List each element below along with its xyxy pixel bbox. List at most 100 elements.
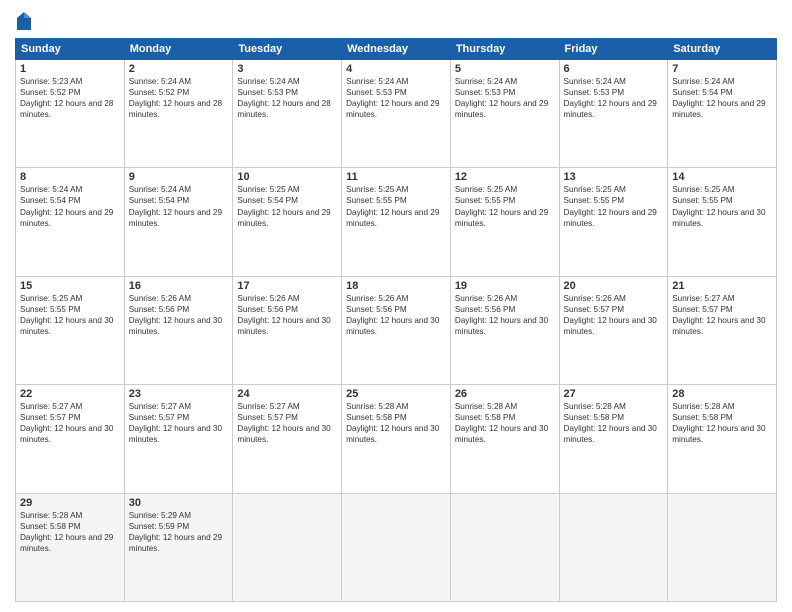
calendar-cell <box>342 493 451 601</box>
day-details: Sunrise: 5:25 AMSunset: 5:55 PMDaylight:… <box>564 184 664 228</box>
calendar-cell: 20Sunrise: 5:26 AMSunset: 5:57 PMDayligh… <box>559 276 668 384</box>
day-details: Sunrise: 5:25 AMSunset: 5:55 PMDaylight:… <box>455 184 555 228</box>
calendar-cell: 15Sunrise: 5:25 AMSunset: 5:55 PMDayligh… <box>16 276 125 384</box>
calendar-cell: 16Sunrise: 5:26 AMSunset: 5:56 PMDayligh… <box>124 276 233 384</box>
calendar-cell: 22Sunrise: 5:27 AMSunset: 5:57 PMDayligh… <box>16 385 125 493</box>
day-number: 2 <box>129 63 229 75</box>
calendar-cell <box>668 493 777 601</box>
day-number: 22 <box>20 388 120 400</box>
calendar-cell: 28Sunrise: 5:28 AMSunset: 5:58 PMDayligh… <box>668 385 777 493</box>
day-details: Sunrise: 5:23 AMSunset: 5:52 PMDaylight:… <box>20 76 120 120</box>
logo-icon <box>15 10 33 32</box>
day-number: 20 <box>564 280 664 292</box>
day-details: Sunrise: 5:28 AMSunset: 5:58 PMDaylight:… <box>672 401 772 445</box>
day-details: Sunrise: 5:27 AMSunset: 5:57 PMDaylight:… <box>672 293 772 337</box>
day-header-sunday: Sunday <box>16 39 125 60</box>
day-number: 10 <box>237 171 337 183</box>
calendar-cell: 19Sunrise: 5:26 AMSunset: 5:56 PMDayligh… <box>450 276 559 384</box>
day-number: 18 <box>346 280 446 292</box>
calendar-cell: 5Sunrise: 5:24 AMSunset: 5:53 PMDaylight… <box>450 60 559 168</box>
calendar-cell: 1Sunrise: 5:23 AMSunset: 5:52 PMDaylight… <box>16 60 125 168</box>
day-number: 1 <box>20 63 120 75</box>
calendar-cell: 24Sunrise: 5:27 AMSunset: 5:57 PMDayligh… <box>233 385 342 493</box>
calendar-cell: 30Sunrise: 5:29 AMSunset: 5:59 PMDayligh… <box>124 493 233 601</box>
day-details: Sunrise: 5:26 AMSunset: 5:56 PMDaylight:… <box>455 293 555 337</box>
day-number: 28 <box>672 388 772 400</box>
day-number: 13 <box>564 171 664 183</box>
day-number: 6 <box>564 63 664 75</box>
calendar-cell: 25Sunrise: 5:28 AMSunset: 5:58 PMDayligh… <box>342 385 451 493</box>
calendar-cell: 2Sunrise: 5:24 AMSunset: 5:52 PMDaylight… <box>124 60 233 168</box>
day-details: Sunrise: 5:28 AMSunset: 5:58 PMDaylight:… <box>20 510 120 554</box>
calendar-cell: 13Sunrise: 5:25 AMSunset: 5:55 PMDayligh… <box>559 168 668 276</box>
day-number: 11 <box>346 171 446 183</box>
day-details: Sunrise: 5:25 AMSunset: 5:55 PMDaylight:… <box>20 293 120 337</box>
day-details: Sunrise: 5:25 AMSunset: 5:55 PMDaylight:… <box>672 184 772 228</box>
calendar-week-5: 29Sunrise: 5:28 AMSunset: 5:58 PMDayligh… <box>16 493 777 601</box>
day-details: Sunrise: 5:24 AMSunset: 5:52 PMDaylight:… <box>129 76 229 120</box>
calendar-cell: 10Sunrise: 5:25 AMSunset: 5:54 PMDayligh… <box>233 168 342 276</box>
day-details: Sunrise: 5:24 AMSunset: 5:54 PMDaylight:… <box>129 184 229 228</box>
day-number: 19 <box>455 280 555 292</box>
logo <box>15 10 37 32</box>
day-header-monday: Monday <box>124 39 233 60</box>
day-details: Sunrise: 5:29 AMSunset: 5:59 PMDaylight:… <box>129 510 229 554</box>
header <box>15 10 777 32</box>
calendar-cell: 18Sunrise: 5:26 AMSunset: 5:56 PMDayligh… <box>342 276 451 384</box>
day-number: 8 <box>20 171 120 183</box>
day-details: Sunrise: 5:26 AMSunset: 5:56 PMDaylight:… <box>237 293 337 337</box>
day-number: 29 <box>20 497 120 509</box>
calendar-cell: 4Sunrise: 5:24 AMSunset: 5:53 PMDaylight… <box>342 60 451 168</box>
day-details: Sunrise: 5:24 AMSunset: 5:53 PMDaylight:… <box>237 76 337 120</box>
calendar-cell: 6Sunrise: 5:24 AMSunset: 5:53 PMDaylight… <box>559 60 668 168</box>
calendar-cell: 11Sunrise: 5:25 AMSunset: 5:55 PMDayligh… <box>342 168 451 276</box>
day-details: Sunrise: 5:28 AMSunset: 5:58 PMDaylight:… <box>455 401 555 445</box>
day-number: 9 <box>129 171 229 183</box>
calendar-week-4: 22Sunrise: 5:27 AMSunset: 5:57 PMDayligh… <box>16 385 777 493</box>
day-number: 23 <box>129 388 229 400</box>
day-number: 25 <box>346 388 446 400</box>
day-number: 3 <box>237 63 337 75</box>
day-header-tuesday: Tuesday <box>233 39 342 60</box>
calendar-header-row: SundayMondayTuesdayWednesdayThursdayFrid… <box>16 39 777 60</box>
calendar-cell: 3Sunrise: 5:24 AMSunset: 5:53 PMDaylight… <box>233 60 342 168</box>
calendar-week-1: 1Sunrise: 5:23 AMSunset: 5:52 PMDaylight… <box>16 60 777 168</box>
day-details: Sunrise: 5:27 AMSunset: 5:57 PMDaylight:… <box>20 401 120 445</box>
day-details: Sunrise: 5:26 AMSunset: 5:57 PMDaylight:… <box>564 293 664 337</box>
day-header-wednesday: Wednesday <box>342 39 451 60</box>
calendar-cell <box>559 493 668 601</box>
day-details: Sunrise: 5:24 AMSunset: 5:53 PMDaylight:… <box>564 76 664 120</box>
day-number: 5 <box>455 63 555 75</box>
day-details: Sunrise: 5:26 AMSunset: 5:56 PMDaylight:… <box>129 293 229 337</box>
day-number: 27 <box>564 388 664 400</box>
day-details: Sunrise: 5:24 AMSunset: 5:54 PMDaylight:… <box>20 184 120 228</box>
day-number: 16 <box>129 280 229 292</box>
day-details: Sunrise: 5:24 AMSunset: 5:53 PMDaylight:… <box>346 76 446 120</box>
calendar-week-2: 8Sunrise: 5:24 AMSunset: 5:54 PMDaylight… <box>16 168 777 276</box>
day-header-friday: Friday <box>559 39 668 60</box>
day-number: 26 <box>455 388 555 400</box>
day-number: 12 <box>455 171 555 183</box>
calendar-week-3: 15Sunrise: 5:25 AMSunset: 5:55 PMDayligh… <box>16 276 777 384</box>
calendar-cell: 17Sunrise: 5:26 AMSunset: 5:56 PMDayligh… <box>233 276 342 384</box>
calendar-cell <box>450 493 559 601</box>
calendar-cell: 8Sunrise: 5:24 AMSunset: 5:54 PMDaylight… <box>16 168 125 276</box>
calendar-cell <box>233 493 342 601</box>
day-details: Sunrise: 5:27 AMSunset: 5:57 PMDaylight:… <box>129 401 229 445</box>
day-details: Sunrise: 5:25 AMSunset: 5:54 PMDaylight:… <box>237 184 337 228</box>
calendar-cell: 26Sunrise: 5:28 AMSunset: 5:58 PMDayligh… <box>450 385 559 493</box>
calendar-cell: 12Sunrise: 5:25 AMSunset: 5:55 PMDayligh… <box>450 168 559 276</box>
day-details: Sunrise: 5:24 AMSunset: 5:54 PMDaylight:… <box>672 76 772 120</box>
calendar-cell: 7Sunrise: 5:24 AMSunset: 5:54 PMDaylight… <box>668 60 777 168</box>
calendar-cell: 14Sunrise: 5:25 AMSunset: 5:55 PMDayligh… <box>668 168 777 276</box>
calendar-cell: 29Sunrise: 5:28 AMSunset: 5:58 PMDayligh… <box>16 493 125 601</box>
day-number: 14 <box>672 171 772 183</box>
day-details: Sunrise: 5:26 AMSunset: 5:56 PMDaylight:… <box>346 293 446 337</box>
day-header-saturday: Saturday <box>668 39 777 60</box>
day-header-thursday: Thursday <box>450 39 559 60</box>
calendar-cell: 23Sunrise: 5:27 AMSunset: 5:57 PMDayligh… <box>124 385 233 493</box>
day-number: 21 <box>672 280 772 292</box>
page: SundayMondayTuesdayWednesdayThursdayFrid… <box>0 0 792 612</box>
day-details: Sunrise: 5:24 AMSunset: 5:53 PMDaylight:… <box>455 76 555 120</box>
calendar-table: SundayMondayTuesdayWednesdayThursdayFrid… <box>15 38 777 602</box>
